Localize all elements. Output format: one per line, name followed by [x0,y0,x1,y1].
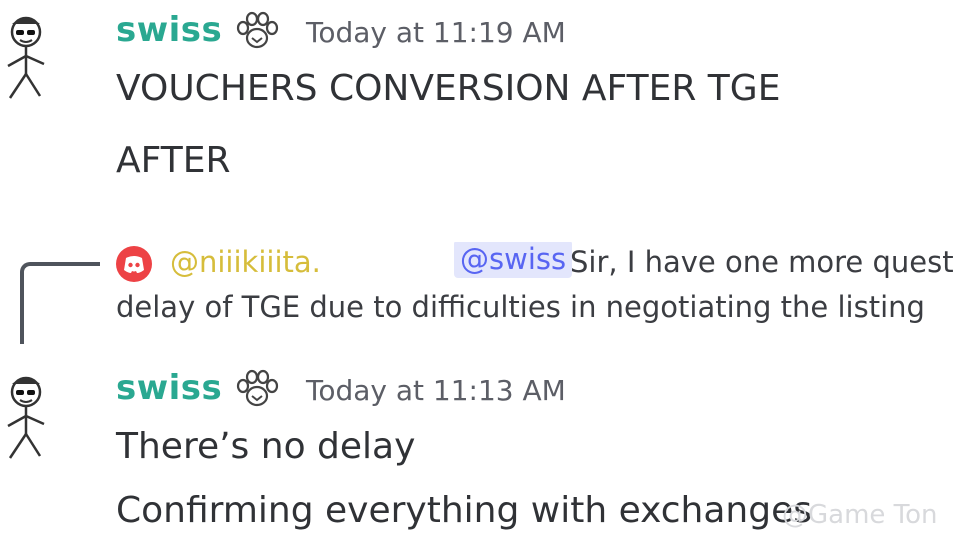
reply-preview-text: Sir, I have one more question. Is the [570,245,953,279]
watermark: @Game Ton [782,500,938,530]
paw-print-badge-icon [236,11,279,49]
message-line: AFTER [116,140,231,181]
stick-figure-avatar-icon[interactable] [0,368,60,460]
discord-logo-icon [116,246,152,282]
message-line: There’s no delay [116,426,416,467]
reply-spine-icon [20,262,100,344]
reply-reference[interactable]: @niiikiiita. @swiss Sir, I have one more… [116,242,953,286]
message-timestamp: Today at 11:19 AM [306,16,566,49]
stick-figure-avatar-icon[interactable] [0,8,60,100]
author-name[interactable]: swiss [116,368,222,408]
message-1: swiss Today at 11:19 AM VOUCHERS CONVERS… [0,0,953,200]
reply-preview-text: delay of TGE due to difficulties in nego… [116,290,925,324]
message-timestamp: Today at 11:13 AM [306,374,566,407]
paw-print-badge-icon [236,369,279,407]
message-line: VOUCHERS CONVERSION AFTER TGE [116,68,781,109]
author-name[interactable]: swiss [116,10,222,50]
reply-username[interactable]: @niiikiiita. [170,245,321,279]
message-line: Confirming everything with exchanges [116,490,813,531]
mention-chip[interactable]: @swiss [454,242,573,278]
